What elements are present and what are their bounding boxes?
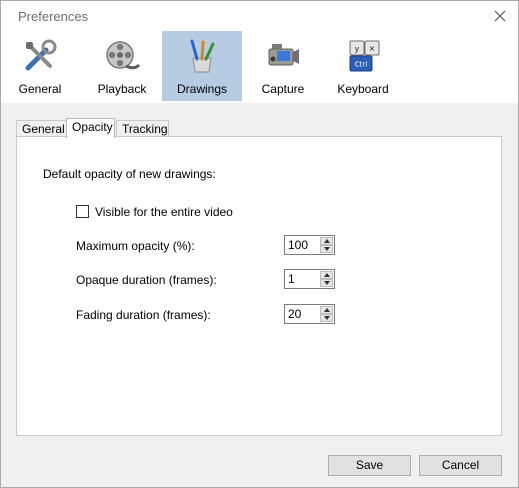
preferences-toolbar: General Playback Drawings Capture y × Ct…	[1, 31, 518, 103]
max-opacity-decrement[interactable]	[320, 245, 333, 253]
fading-duration-label: Fading duration (frames):	[76, 308, 211, 322]
svg-text:×: ×	[369, 44, 376, 53]
max-opacity-input[interactable]	[285, 236, 322, 254]
toolbar-capture-label: Capture	[261, 82, 305, 96]
toolbar-general-label: General	[18, 82, 62, 96]
cancel-button[interactable]: Cancel	[419, 455, 502, 476]
title-bar: Preferences	[1, 1, 518, 31]
preferences-window: Preferences General Playback Drawings Ca…	[0, 0, 519, 488]
toolbar-playback[interactable]: Playback	[82, 31, 162, 101]
arrow-up-icon	[324, 308, 330, 312]
max-opacity-label: Maximum opacity (%):	[76, 239, 195, 253]
fading-duration-spinner	[284, 304, 335, 324]
toolbar-drawings-label: Drawings	[176, 82, 227, 96]
toolbar-drawings[interactable]: Drawings	[162, 31, 242, 101]
close-button[interactable]	[490, 6, 510, 26]
window-title: Preferences	[18, 9, 89, 24]
opaque-duration-increment[interactable]	[320, 271, 333, 279]
close-icon	[494, 10, 506, 22]
tools-icon	[25, 39, 57, 71]
max-opacity-increment[interactable]	[320, 237, 333, 245]
arrow-up-icon	[324, 273, 330, 277]
brushes-icon	[190, 39, 215, 73]
keyboard-keys-icon: y × Ctrl	[349, 40, 380, 72]
fading-duration-increment[interactable]	[320, 306, 333, 314]
toolbar-capture[interactable]: Capture	[244, 31, 322, 101]
toolbar-keyboard[interactable]: y × Ctrl Keyboard	[323, 31, 403, 101]
visible-entire-video-checkbox[interactable]	[76, 205, 89, 218]
toolbar-general[interactable]: General	[1, 31, 79, 101]
visible-entire-video-label: Visible for the entire video	[95, 205, 233, 219]
toolbar-keyboard-label: Keyboard	[337, 82, 389, 96]
fading-duration-decrement[interactable]	[320, 314, 333, 322]
tab-opacity[interactable]: Opacity	[66, 118, 115, 138]
opaque-duration-decrement[interactable]	[320, 279, 333, 287]
max-opacity-spinner	[284, 235, 335, 255]
arrow-up-icon	[324, 239, 330, 243]
film-reel-icon	[106, 41, 140, 70]
arrow-down-icon	[324, 281, 330, 285]
opaque-duration-input[interactable]	[285, 270, 322, 288]
opaque-duration-label: Opaque duration (frames):	[76, 273, 217, 287]
arrow-down-icon	[324, 316, 330, 320]
svg-text:y: y	[355, 45, 360, 54]
fading-duration-input[interactable]	[285, 305, 322, 323]
svg-text:Ctrl: Ctrl	[355, 61, 368, 69]
opacity-panel: Default opacity of new drawings: Visible…	[16, 136, 502, 436]
toolbar-playback-label: Playback	[97, 82, 147, 96]
save-button[interactable]: Save	[328, 455, 411, 476]
arrow-down-icon	[324, 247, 330, 251]
section-label: Default opacity of new drawings:	[43, 167, 216, 181]
tab-general[interactable]: General	[16, 120, 67, 136]
tab-tracking[interactable]: Tracking	[116, 120, 169, 136]
opaque-duration-spinner	[284, 269, 335, 289]
camcorder-icon	[268, 44, 299, 66]
